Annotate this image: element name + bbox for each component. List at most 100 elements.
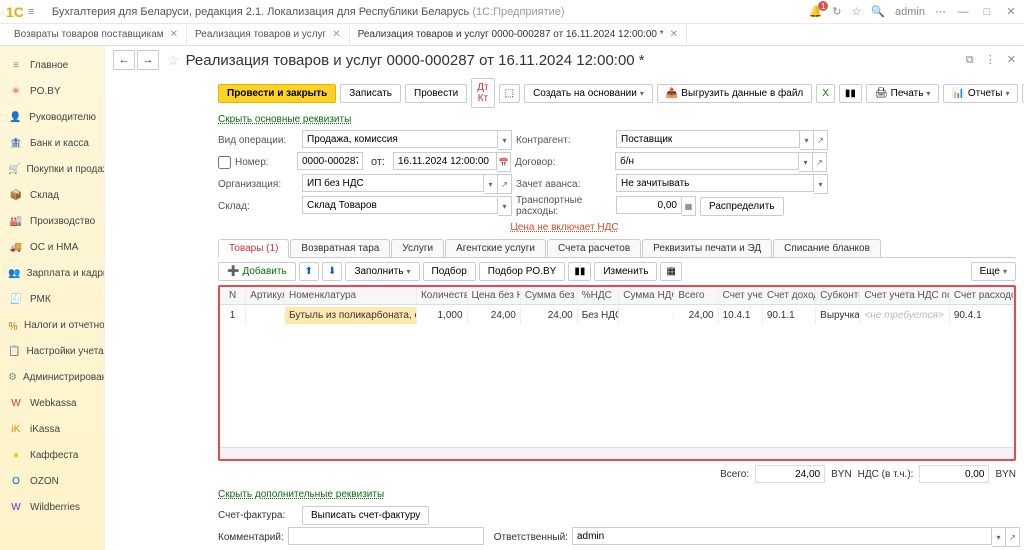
column-header[interactable]: Субконто [816,287,860,304]
tab-close-icon[interactable]: ✕ [332,29,340,40]
export-file-button[interactable]: 📤 Выгрузить данные в файл [657,84,812,103]
sidebar-item[interactable]: ✳PO.BY [0,78,104,104]
trans-calc[interactable]: ▦ [682,196,696,216]
write-invoice-button[interactable]: Выписать счет-фактуру [302,506,429,525]
resp-field[interactable] [572,527,992,545]
detail-tab[interactable]: Реквизиты печати и ЭД [642,239,772,257]
tab-close-icon[interactable]: ✕ [670,29,678,40]
column-header[interactable]: Номенклатура [285,287,417,304]
detail-tab[interactable]: Агентские услуги [445,239,546,257]
reports-button[interactable]: 📊 Отчеты▾ [943,84,1018,103]
resp-dropdown[interactable]: ▾ [992,527,1006,547]
sidebar-item[interactable]: WWildberries [0,494,104,520]
favorite-icon[interactable]: ☆ [851,5,861,18]
column-header[interactable]: Сумма НДС [619,287,674,304]
window-tab[interactable]: Реализация товаров и услуг 0000-000287 о… [350,24,687,45]
sidebar-item[interactable]: 🛒Покупки и продажи [0,156,104,182]
resp-open[interactable]: ↗ [1006,527,1020,547]
column-header[interactable]: Количество [417,287,468,304]
create-based-button[interactable]: Создать на основании▾ [524,84,653,103]
comment-field[interactable] [288,527,484,545]
bell-icon[interactable]: 🔔 [809,5,823,18]
post-button[interactable]: Провести [405,84,467,103]
sidebar-item[interactable]: 📦Склад [0,182,104,208]
table-row[interactable]: 1Бутыль из поликарбоната, емкость 18,9л1… [220,305,1014,325]
podbor-poby-button[interactable]: Подбор PO.BY [479,262,566,281]
org-dropdown[interactable]: ▾ [484,174,498,194]
excel-button[interactable]: X [816,84,835,103]
change-button[interactable]: Изменить [594,262,657,281]
history-icon[interactable]: ↻ [832,5,841,18]
sklad-field[interactable] [302,196,498,214]
calendar-icon[interactable]: 📅 [497,152,511,172]
dogovor-dropdown[interactable]: ▾ [799,152,813,172]
kontr-open[interactable]: ↗ [814,130,828,150]
favorite-star-icon[interactable]: ☆ [167,52,180,69]
window-tab[interactable]: Возвраты товаров поставщикам✕ [6,24,187,45]
sidebar-item[interactable]: 🧾РМК [0,286,104,312]
barcode2-button[interactable]: ▮▮ [568,262,591,281]
sidebar-item[interactable]: 👥Зарплата и кадры [0,260,104,286]
column-header[interactable]: N [220,287,246,304]
sidebar-item[interactable]: ≡Главное [0,52,104,78]
tab-close-icon[interactable]: ✕ [170,29,178,40]
org-field[interactable] [302,174,484,192]
sidebar-item[interactable]: iKiKassa [0,416,104,442]
table-extra-button[interactable]: ▦ [660,262,681,281]
column-header[interactable]: Счет учета НДС по реализа... [860,287,949,304]
maximize-icon[interactable]: □ [980,6,994,18]
close-icon[interactable]: ✕ [1004,5,1018,18]
column-header[interactable]: Всего [674,287,718,304]
sidebar-item[interactable]: WWebkassa [0,390,104,416]
user-label[interactable]: admin [895,6,925,18]
column-header[interactable]: Артикул [246,287,285,304]
detail-tab[interactable]: Списание бланков [773,239,881,257]
column-header[interactable]: Счет учета [719,287,763,304]
detach-icon[interactable]: ⧉ [966,54,974,66]
raspredelit-button[interactable]: Распределить [700,197,784,216]
trans-field[interactable] [616,196,682,214]
sidebar-item[interactable]: ⚙Администрирование [0,364,104,390]
detail-tab[interactable]: Товары (1) [218,239,289,258]
detail-tab[interactable]: Возвратная тара [290,239,390,257]
avans-field[interactable] [616,174,814,192]
column-header[interactable]: Сумма без НДС [521,287,578,304]
search-icon[interactable]: 🔍 [871,5,885,18]
date-field[interactable] [393,152,497,170]
dogovor-open[interactable]: ↗ [813,152,827,172]
dogovor-field[interactable] [615,152,799,170]
sidebar-item[interactable]: 👤Руководителю [0,104,104,130]
print-button[interactable]: 🖨 Печать▾ [866,84,939,103]
vid-op-dropdown[interactable]: ▾ [498,130,512,150]
back-button[interactable]: ← [113,50,135,70]
sidebar-item[interactable]: 🏦Банк и касса [0,130,104,156]
hide-main-fields-link[interactable]: Скрыть основные реквизиты [105,112,1024,127]
sidebar-item[interactable]: ％Налоги и отчетность [0,312,104,338]
structure-button[interactable]: ⬚ [499,84,520,103]
fill-button[interactable]: Заполнить▾ [345,262,419,281]
sidebar-item[interactable]: OOZON [0,468,104,494]
sidebar-item[interactable]: 🏭Производство [0,208,104,234]
vid-op-field[interactable] [302,130,498,148]
hide-extra-fields-link[interactable]: Скрыть дополнительные реквизиты [105,487,1024,502]
minimize-icon[interactable]: — [956,6,970,18]
detail-tab[interactable]: Счета расчетов [547,239,641,257]
write-button[interactable]: Записать [340,84,401,103]
org-open[interactable]: ↗ [498,174,512,194]
settings-icon[interactable]: ⋯ [935,5,946,18]
move-up-button[interactable]: ⬆ [299,262,319,281]
sklad-dropdown[interactable]: ▾ [498,196,512,216]
sidebar-item[interactable]: 🚚ОС и НМА [0,234,104,260]
window-tab[interactable]: Реализация товаров и услуг✕ [187,24,350,45]
nds-mode-link[interactable]: Цена не включает НДС [510,222,618,233]
goods-table[interactable]: NАртикулНоменклатураКоличествоЦена без Н… [218,285,1016,461]
column-header[interactable]: Цена без НДС [468,287,521,304]
add-row-button[interactable]: ➕ Добавить [218,262,296,281]
kontr-field[interactable] [616,130,800,148]
doc-close-icon[interactable]: ✕ [1007,54,1016,66]
number-manual-checkbox[interactable] [218,156,231,169]
column-header[interactable]: Счет расходов [950,287,1014,304]
post-and-close-button[interactable]: Провести и закрыть [218,84,336,103]
move-down-button[interactable]: ⬇ [322,262,342,281]
horizontal-scrollbar[interactable] [220,447,1014,459]
